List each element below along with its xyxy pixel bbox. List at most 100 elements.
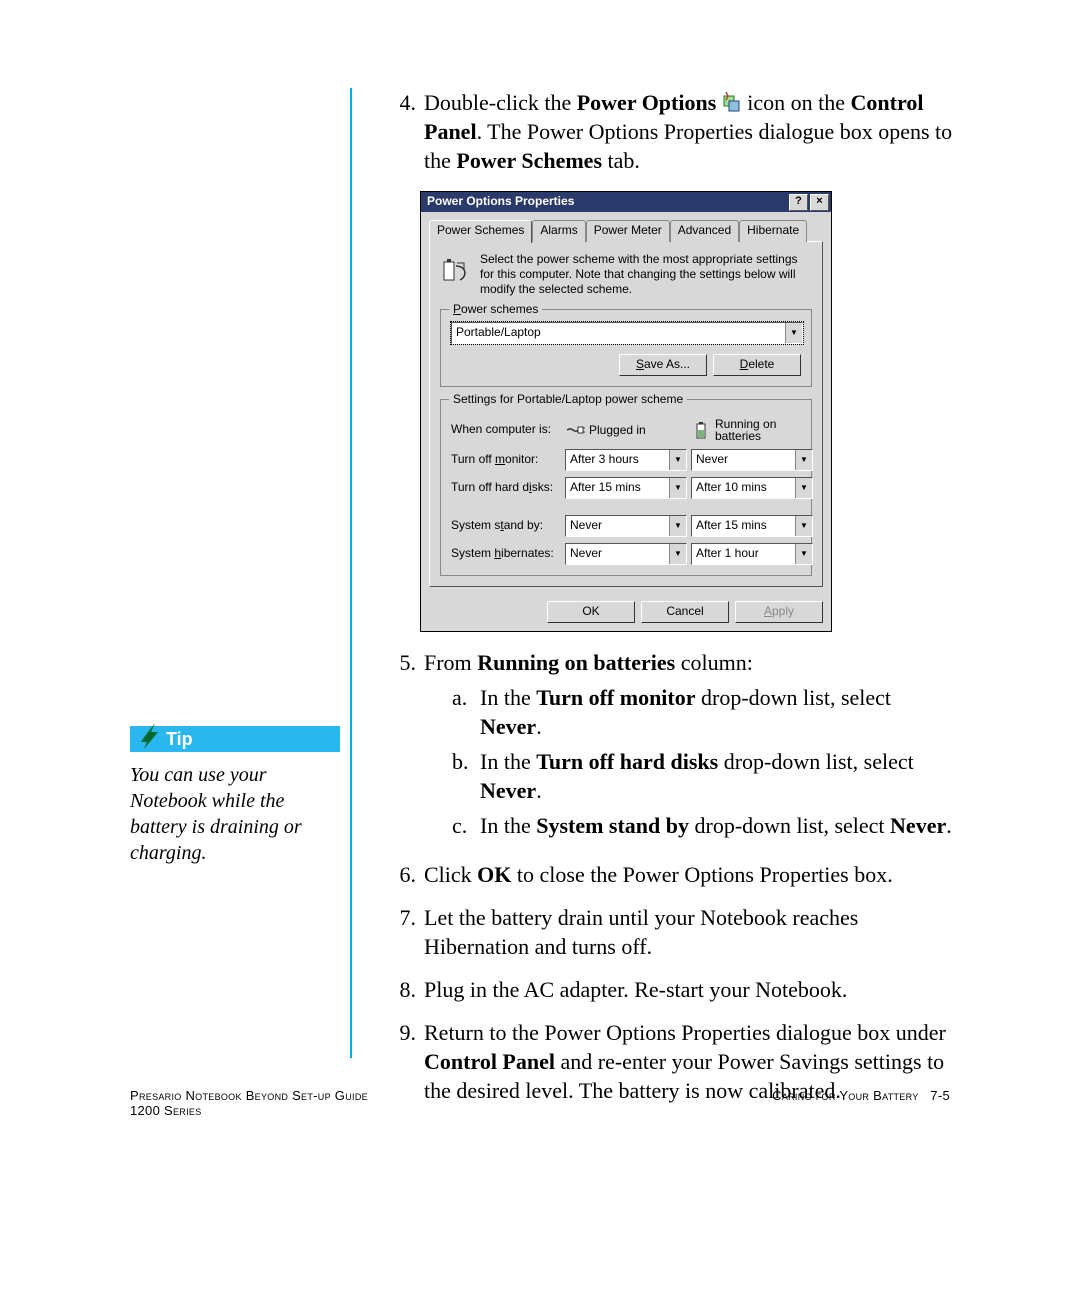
step-body: Let the battery drain until your Noteboo… — [424, 903, 954, 961]
dropdown-icon[interactable]: ▼ — [669, 478, 686, 498]
dropdown-icon[interactable]: ▼ — [669, 544, 686, 564]
description-text: Select the power scheme with the most ap… — [480, 252, 812, 297]
bold: Turn off monitor — [536, 685, 695, 710]
tab-hibernate[interactable]: Hibernate — [739, 220, 807, 242]
when-label: When computer is: — [451, 422, 559, 438]
monitor-plugged-select[interactable]: After 3 hours▼ — [565, 449, 687, 471]
ok-button[interactable]: OK — [547, 601, 635, 623]
main-content: 4. Double-click the Power Options icon o… — [384, 88, 954, 1119]
text: drop-down list, select — [696, 685, 892, 710]
bold: OK — [477, 862, 511, 887]
step-number: 4. — [384, 88, 424, 175]
dropdown-icon[interactable]: ▼ — [795, 544, 812, 564]
text: icon on the — [747, 90, 850, 115]
power-options-icon — [722, 90, 742, 110]
step-6: 6. Click OK to close the Power Options P… — [384, 860, 954, 889]
dropdown-icon[interactable]: ▼ — [785, 323, 802, 343]
step-8: 8. Plug in the AC adapter. Re-start your… — [384, 975, 954, 1004]
disks-plugged-select[interactable]: After 15 mins▼ — [565, 477, 687, 499]
step-body: Click OK to close the Power Options Prop… — [424, 860, 954, 889]
sub-body: In the Turn off hard disks drop-down lis… — [480, 747, 954, 805]
footer-page-number: 7-5 — [930, 1088, 950, 1103]
footer-left: Presario Notebook Beyond Set-up Guide 12… — [130, 1088, 368, 1118]
delete-button[interactable]: Delete — [713, 354, 801, 376]
step-body: From Running on batteries column: a. In … — [424, 648, 954, 846]
step-5a: a. In the Turn off monitor drop-down lis… — [452, 683, 954, 741]
cancel-button[interactable]: Cancel — [641, 601, 729, 623]
tab-strip: Power Schemes Alarms Power Meter Advance… — [429, 220, 823, 242]
tip-label: Tip — [166, 729, 193, 749]
hibernate-plugged-select[interactable]: Never▼ — [565, 543, 687, 565]
tab-power-schemes[interactable]: Power Schemes — [429, 220, 532, 243]
value: After 15 mins — [692, 516, 795, 536]
value: After 1 hour — [692, 544, 795, 564]
bold: Turn off hard disks — [536, 749, 718, 774]
step-5: 5. From Running on batteries column: a. … — [384, 648, 954, 846]
sub-body: In the Turn off monitor drop-down list, … — [480, 683, 954, 741]
sub-letter: a. — [452, 683, 480, 741]
footer-guide-title: Presario Notebook Beyond Set-up Guide — [130, 1088, 368, 1103]
label: Turn off hard disks: — [451, 480, 559, 496]
text: column: — [675, 650, 753, 675]
bold: Control Panel — [424, 1049, 555, 1074]
battery-small-icon — [691, 420, 711, 440]
bold: System stand by — [536, 813, 689, 838]
page-footer: Presario Notebook Beyond Set-up Guide 12… — [130, 1088, 950, 1118]
disks-battery-select[interactable]: After 10 mins▼ — [691, 477, 813, 499]
step-number: 6. — [384, 860, 424, 889]
sub-body: In the System stand by drop-down list, s… — [480, 811, 954, 840]
save-as-button[interactable]: Save As... — [619, 354, 707, 376]
tip-icon — [138, 720, 164, 750]
dialog-titlebar[interactable]: Power Options Properties ? × — [421, 192, 831, 212]
value: After 15 mins — [566, 478, 669, 498]
row-monitor: Turn off monitor: After 3 hours▼ Never ▼ — [451, 449, 801, 471]
standby-plugged-select[interactable]: Never▼ — [565, 515, 687, 537]
hibernate-battery-select[interactable]: After 1 hour▼ — [691, 543, 813, 565]
bold: Never — [480, 714, 536, 739]
dropdown-icon[interactable]: ▼ — [669, 516, 686, 536]
step-5c: c. In the System stand by drop-down list… — [452, 811, 954, 840]
power-options-dialog: Power Options Properties ? × Power Schem… — [420, 191, 832, 632]
tab-power-meter[interactable]: Power Meter — [586, 220, 670, 242]
footer-section: Caring for Your Battery — [772, 1088, 918, 1103]
text: In the — [480, 813, 536, 838]
bold: Power Schemes — [456, 148, 602, 173]
label: System stand by: — [451, 518, 559, 534]
dropdown-icon[interactable]: ▼ — [795, 516, 812, 536]
label: System hibernates: — [451, 546, 559, 562]
apply-button[interactable]: Apply — [735, 601, 823, 623]
step-number: 5. — [384, 648, 424, 846]
step-number: 7. — [384, 903, 424, 961]
help-button[interactable]: ? — [789, 194, 808, 211]
scheme-select[interactable]: Portable/Laptop ▼ — [451, 322, 803, 344]
value: Never — [692, 450, 795, 470]
row-standby: System stand by: Never▼ After 15 mins ▼ — [451, 515, 801, 537]
standby-battery-select[interactable]: After 15 mins▼ — [691, 515, 813, 537]
bold: Never — [890, 813, 946, 838]
monitor-battery-select[interactable]: Never▼ — [691, 449, 813, 471]
group-power-schemes: Power schemes Portable/Laptop ▼ Save As.… — [440, 309, 812, 387]
bold: Power Options — [577, 90, 717, 115]
button-row: Save As... Delete — [451, 354, 801, 376]
tip-heading: Tip — [130, 726, 340, 752]
step-number: 8. — [384, 975, 424, 1004]
dropdown-icon[interactable]: ▼ — [795, 478, 812, 498]
tab-alarms[interactable]: Alarms — [532, 220, 585, 242]
label: Turn off monitor: — [451, 452, 559, 468]
text: . — [536, 714, 542, 739]
bold: Running on batteries — [477, 650, 675, 675]
dropdown-icon[interactable]: ▼ — [669, 450, 686, 470]
battery-icon — [440, 252, 472, 284]
value: After 10 mins — [692, 478, 795, 498]
close-button[interactable]: × — [810, 194, 829, 211]
value: Never — [566, 516, 669, 536]
dialog-footer: OK Cancel Apply — [421, 595, 831, 631]
plugged-header: Plugged in — [565, 420, 685, 440]
step-7: 7. Let the battery drain until your Note… — [384, 903, 954, 961]
dialog-title: Power Options Properties — [427, 194, 787, 210]
text: In the — [480, 749, 536, 774]
dropdown-icon[interactable]: ▼ — [795, 450, 812, 470]
plug-icon — [565, 420, 585, 440]
tab-panel: Select the power scheme with the most ap… — [429, 241, 823, 587]
tab-advanced[interactable]: Advanced — [670, 220, 739, 242]
